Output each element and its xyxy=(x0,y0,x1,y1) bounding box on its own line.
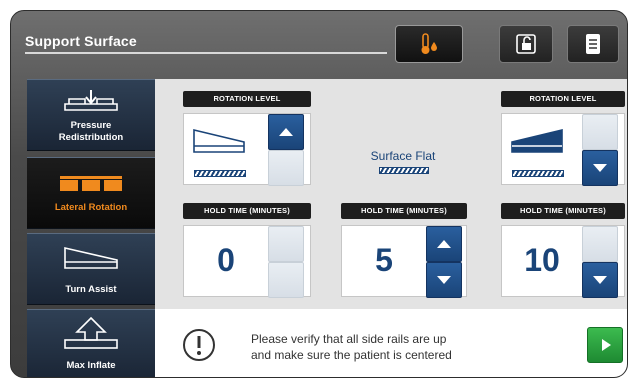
sidebar-item-label: Pressure xyxy=(70,120,112,131)
center-hold-card: 5 xyxy=(341,225,467,298)
sidebar-item-lateral-rotation[interactable]: Lateral Rotation xyxy=(27,157,155,229)
lateral-rotation-icon xyxy=(60,176,122,191)
center-hold-time-header: HOLD TIME (MINUTES) xyxy=(341,203,467,219)
title-underline xyxy=(25,52,387,54)
left-hold-up-button[interactable] xyxy=(268,226,304,262)
center-hold-down-button[interactable] xyxy=(426,262,462,298)
sidebar-item-max-inflate[interactable]: Max Inflate xyxy=(27,309,155,377)
temperature-moisture-button[interactable] xyxy=(395,25,463,63)
turn-assist-icon xyxy=(64,246,118,269)
left-hold-time-header: HOLD TIME (MINUTES) xyxy=(183,203,311,219)
left-tilt-icon xyxy=(193,128,245,153)
right-rotation-card xyxy=(501,113,625,186)
right-hold-card: 10 xyxy=(501,225,625,298)
support-surface-panel: Support Surface Pressure Redistribution … xyxy=(10,10,628,378)
right-rotation-down-button[interactable] xyxy=(582,150,618,186)
page-title: Support Surface xyxy=(25,33,137,49)
lock-button[interactable] xyxy=(499,25,553,63)
confirmation-bar: Please verify that all side rails are up… xyxy=(155,309,627,377)
sidebar-item-label: Lateral Rotation xyxy=(54,202,128,213)
center-hold-up-button[interactable] xyxy=(426,226,462,262)
surface-flat-label: Surface Flat xyxy=(370,149,436,163)
left-rotation-level-header: ROTATION LEVEL xyxy=(183,91,311,107)
message-line-1: Please verify that all side rails are up xyxy=(251,332,447,346)
warning-exclamation-icon xyxy=(183,329,215,361)
center-hold-value: 5 xyxy=(375,242,393,278)
right-hold-up-button[interactable] xyxy=(582,226,618,262)
right-base-hatch xyxy=(512,170,564,177)
left-base-hatch xyxy=(194,170,246,177)
pressure-redistribution-icon xyxy=(64,90,118,111)
message-line-2: and make sure the patient is centered xyxy=(251,348,452,362)
document-icon xyxy=(586,34,600,54)
play-icon xyxy=(602,339,611,351)
sidebar-item-turn-assist[interactable]: Turn Assist xyxy=(27,233,155,305)
left-rotation-card xyxy=(183,113,311,186)
left-rotation-up-button[interactable] xyxy=(268,114,304,150)
right-tilt-icon xyxy=(511,128,563,153)
max-inflate-icon xyxy=(64,316,118,349)
sidebar-item-label: Redistribution xyxy=(58,132,124,143)
right-rotation-level-header: ROTATION LEVEL xyxy=(501,91,625,107)
sidebar-item-pressure-redistribution[interactable]: Pressure Redistribution xyxy=(27,79,155,151)
lateral-rotation-settings: ROTATION LEVEL HOLD TIME (MINUTES) 0 Sur… xyxy=(155,79,627,309)
left-hold-value: 0 xyxy=(217,242,235,278)
left-rotation-down-button[interactable] xyxy=(268,150,304,186)
unlock-icon xyxy=(516,34,536,54)
right-hold-time-header: HOLD TIME (MINUTES) xyxy=(501,203,625,219)
notes-button[interactable] xyxy=(567,25,619,63)
right-rotation-up-button[interactable] xyxy=(582,114,618,150)
sidebar-item-label: Max Inflate xyxy=(66,360,116,371)
right-hold-value: 10 xyxy=(524,242,560,278)
sidebar-item-label: Turn Assist xyxy=(65,284,117,295)
right-hold-down-button[interactable] xyxy=(582,262,618,298)
mode-sidebar: Pressure Redistribution Lateral Rotation… xyxy=(27,79,161,377)
confirmation-message: Please verify that all side rails are up… xyxy=(251,331,452,363)
temperature-moisture-icon xyxy=(421,33,437,54)
start-button[interactable] xyxy=(587,327,623,363)
left-hold-card: 0 xyxy=(183,225,311,298)
left-hold-down-button[interactable] xyxy=(268,262,304,298)
surface-flat-hatch xyxy=(379,167,429,174)
